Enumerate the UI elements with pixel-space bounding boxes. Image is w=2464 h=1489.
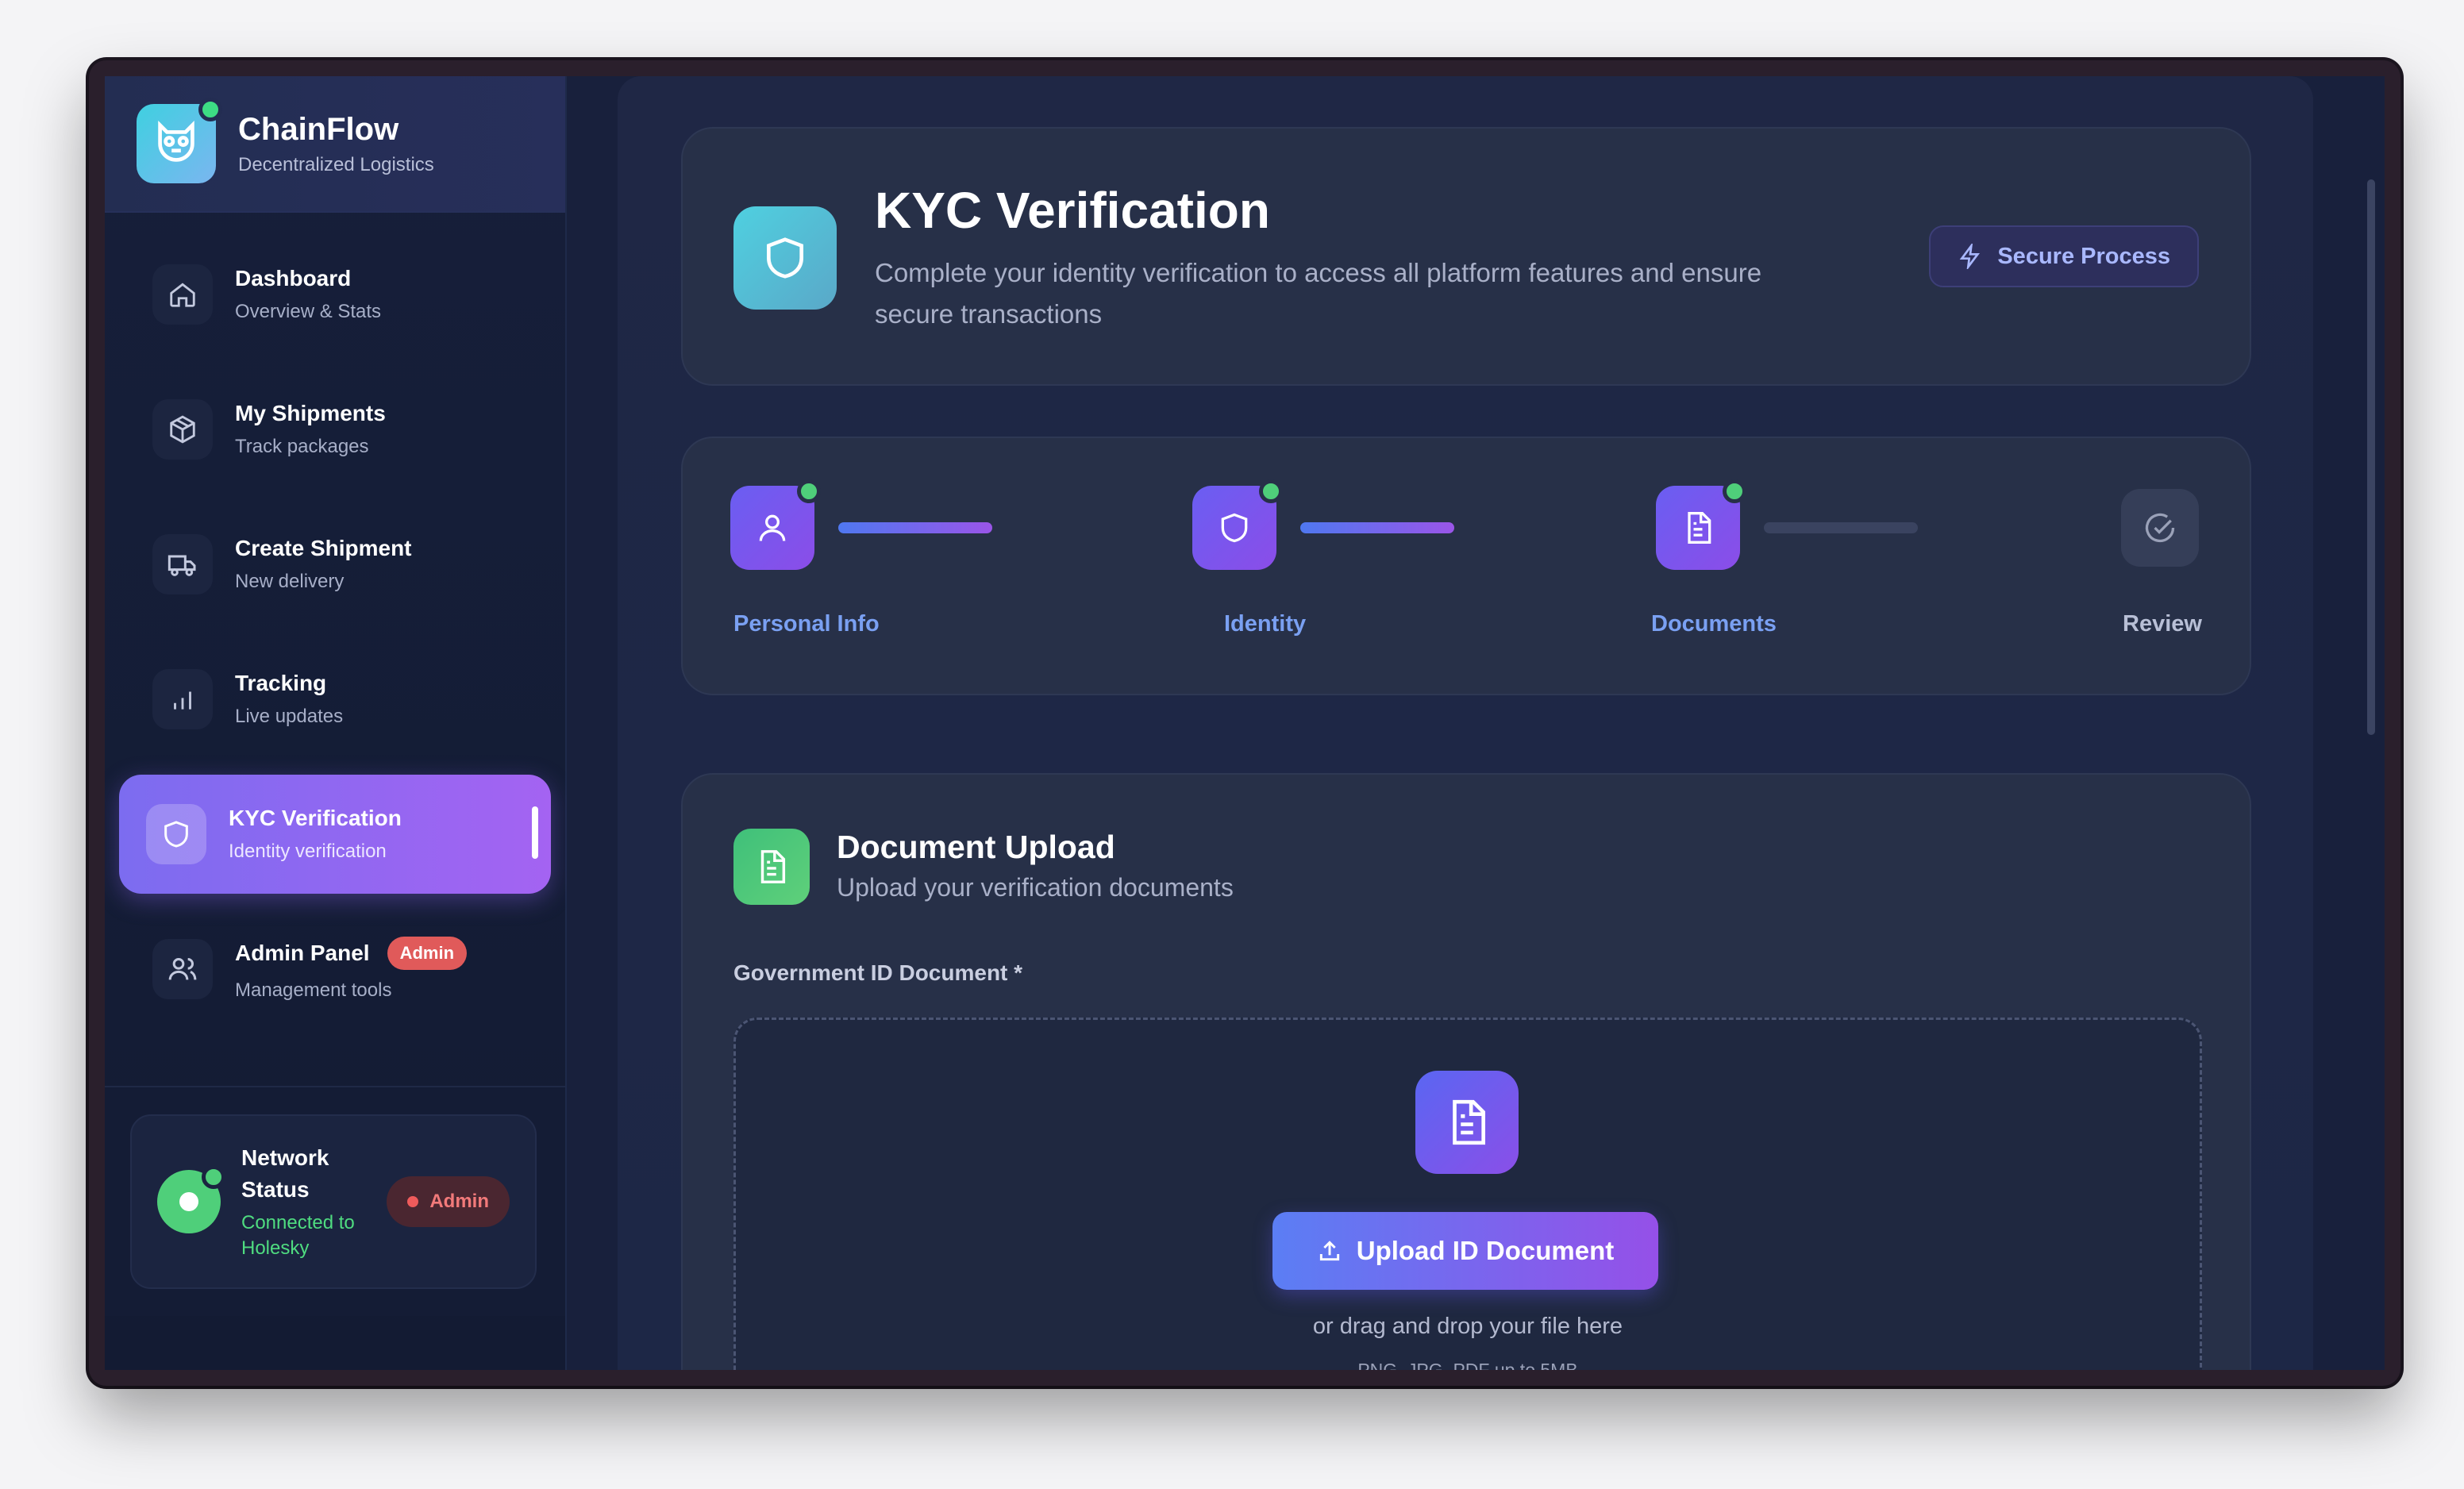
sidebar-item-title: KYC Verification <box>229 806 402 830</box>
step-review[interactable] <box>2121 489 2199 567</box>
sidebar-item-title: Admin Panel <box>235 941 370 965</box>
page-description: Complete your identity verification to a… <box>875 258 1762 329</box>
document-upload-card: Document Upload Upload your verification… <box>681 773 2251 1370</box>
sidebar-item-subtitle: Identity verification <box>229 841 387 862</box>
upload-id-document-button[interactable]: Upload ID Document <box>1272 1212 1658 1290</box>
sidebar-item-my-shipments[interactable]: My Shipments Track packages <box>119 370 551 489</box>
sidebar-item-subtitle: Management tools <box>235 979 392 1001</box>
upload-icon <box>1319 1241 1339 1261</box>
check-circle-icon <box>2145 513 2175 543</box>
package-icon <box>152 399 213 460</box>
step-identity[interactable] <box>1192 479 1283 570</box>
sidebar-item-title: Dashboard <box>235 266 352 290</box>
step-label: Personal Info <box>733 611 880 637</box>
screen: ChainFlow Decentralized Logistics Dashbo… <box>105 76 2385 1370</box>
network-status-text: Connected to Holesky <box>241 1212 355 1259</box>
step-label: Identity <box>1224 611 1307 637</box>
lightning-icon <box>1960 244 1981 269</box>
step-label: Documents <box>1651 611 1777 637</box>
step-documents[interactable] <box>1656 479 1746 570</box>
online-dot <box>198 98 222 121</box>
network-status-title: Network Status <box>241 1145 329 1202</box>
home-icon <box>152 264 213 325</box>
sidebar-item-create-shipment[interactable]: Create Shipment New delivery <box>119 505 551 624</box>
bar-chart-icon <box>152 669 213 729</box>
upload-subtitle: Upload your verification documents <box>837 873 1234 902</box>
progress-stepper: Personal Info Identity Documents Review <box>681 437 2251 695</box>
content-panel: KYC Verification Complete your identity … <box>618 76 2313 1370</box>
sidebar-item-kyc-verification[interactable]: KYC Verification Identity verification <box>119 775 551 894</box>
brand-tagline: Decentralized Logistics <box>238 153 434 175</box>
sidebar-item-subtitle: New delivery <box>235 571 345 592</box>
robot-cat-icon <box>158 121 194 162</box>
shield-icon <box>733 206 837 310</box>
sidebar-nav: Dashboard Overview & Stats My Shipments … <box>105 213 565 1067</box>
step-complete-dot <box>1259 479 1283 503</box>
sidebar-item-admin-panel[interactable]: Admin Panel Admin Management tools <box>119 910 551 1029</box>
secure-process-badge[interactable]: Secure Process <box>1929 225 2199 287</box>
users-icon <box>152 939 213 999</box>
step-label: Review <box>2123 611 2202 637</box>
kyc-header-card: KYC Verification Complete your identity … <box>681 127 2251 386</box>
step-complete-dot <box>797 479 821 503</box>
dropzone-hint: or drag and drop your file here <box>1312 1314 1623 1339</box>
network-status-card: Network Status Connected to Holesky Admi… <box>130 1114 537 1289</box>
network-admin-badge: Admin <box>387 1176 510 1227</box>
government-id-label: Government ID Document * <box>733 960 1023 985</box>
admin-badge: Admin <box>387 937 468 970</box>
sidebar-item-title: Tracking <box>235 671 327 695</box>
main-content: KYC Verification Complete your identity … <box>567 76 2385 1370</box>
step-connector <box>1764 522 1918 533</box>
step-complete-dot <box>1723 479 1746 503</box>
sidebar-item-dashboard[interactable]: Dashboard Overview & Stats <box>119 235 551 354</box>
upload-title: Document Upload <box>837 829 1115 865</box>
page-title: KYC Verification <box>875 182 1270 239</box>
secure-process-label: Secure Process <box>1997 243 2170 269</box>
document-icon <box>1415 1071 1519 1174</box>
active-indicator <box>532 806 538 859</box>
brand-name: ChainFlow <box>238 111 399 147</box>
network-status-indicator <box>157 1165 225 1233</box>
user-icon <box>759 514 786 541</box>
shield-icon <box>146 804 206 864</box>
dropzone-file-types: PNG, JPG, PDF up to 5MB <box>1357 1360 1578 1370</box>
step-connector <box>838 522 992 533</box>
sidebar-item-subtitle: Track packages <box>235 436 369 457</box>
step-connector <box>1300 522 1454 533</box>
document-icon <box>733 829 810 905</box>
sidebar-item-subtitle: Overview & Stats <box>235 301 382 322</box>
sidebar-footer: Network Status Connected to Holesky Admi… <box>105 1086 565 1316</box>
status-dot <box>407 1196 419 1207</box>
file-dropzone[interactable]: Upload ID Document or drag and drop your… <box>733 1018 2202 1370</box>
scrollbar[interactable] <box>2367 179 2375 735</box>
sidebar-item-subtitle: Live updates <box>235 706 344 727</box>
app-window: ChainFlow Decentralized Logistics Dashbo… <box>89 60 2400 1386</box>
sidebar-item-title: Create Shipment <box>235 536 412 560</box>
sidebar-item-tracking[interactable]: Tracking Live updates <box>119 640 551 759</box>
brand-logo[interactable] <box>137 98 222 183</box>
brand-header: ChainFlow Decentralized Logistics <box>105 76 565 213</box>
truck-icon <box>152 534 213 594</box>
shield-icon <box>1221 513 1248 543</box>
sidebar: ChainFlow Decentralized Logistics Dashbo… <box>105 76 567 1370</box>
upload-button-label: Upload ID Document <box>1356 1236 1615 1265</box>
step-personal-info[interactable] <box>730 479 821 570</box>
document-icon <box>1688 512 1711 544</box>
network-admin-badge-label: Admin <box>429 1191 489 1212</box>
sidebar-item-title: My Shipments <box>235 401 386 425</box>
